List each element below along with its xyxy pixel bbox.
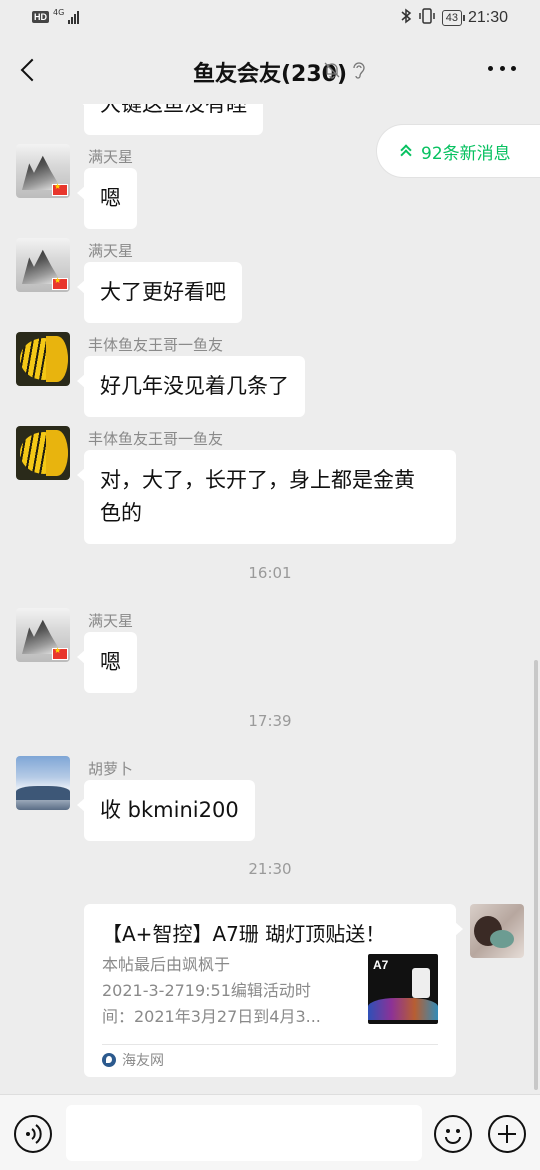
sender-name: 丰体鱼友王哥一鱼友: [88, 430, 224, 448]
avatar[interactable]: [16, 238, 70, 292]
timestamp: 16:01: [248, 564, 292, 582]
sender-name: 满天星: [88, 612, 134, 630]
link-card[interactable]: 【A+智控】A7珊 瑚灯顶贴送！ 本帖最后由飒枫于 2021-3-2719:51…: [84, 904, 463, 1077]
link-card-source: 海友网: [102, 1050, 164, 1070]
new-messages-label: 92条新消息: [421, 143, 511, 164]
sender-name: 丰体鱼友王哥一鱼友: [88, 336, 224, 354]
nav-bar: 鱼友会友(230): [0, 38, 540, 104]
status-right: 43 21:30: [400, 8, 508, 28]
reef-image: [368, 998, 438, 1020]
bluetooth-icon: [400, 8, 412, 28]
ear-icon: [350, 60, 368, 80]
hd-icon: HD: [32, 11, 49, 23]
timestamp: 17:39: [248, 712, 292, 730]
divider: [102, 1044, 438, 1045]
status-time: 21:30: [467, 9, 508, 26]
message-text: 大了更好看吧: [100, 280, 226, 304]
link-card-desc-line: 间：2021年3月27日到4月3...: [102, 1007, 321, 1026]
link-card-thumbnail: A7: [368, 954, 438, 1024]
avatar[interactable]: [16, 426, 70, 480]
message-input[interactable]: [66, 1105, 422, 1161]
message-text: 大键这鱼没有睦: [100, 104, 247, 116]
thumbnail-label: A7: [373, 958, 389, 972]
message-bubble-partial[interactable]: 大键这鱼没有睦: [77, 104, 263, 135]
emoji-icon[interactable]: [434, 1115, 472, 1153]
avatar[interactable]: [16, 144, 70, 198]
source-logo-icon: [102, 1053, 116, 1067]
message-text: 好几年没见着几条了: [100, 374, 289, 398]
avatar[interactable]: [16, 756, 70, 810]
avatar[interactable]: [16, 608, 70, 662]
double-chevron-up-icon: [400, 144, 412, 161]
status-left: HD 4G: [32, 7, 80, 24]
vibrate-icon: [418, 8, 436, 28]
message-text-line: 对，大了，长开了，身上都是金黄: [100, 468, 415, 492]
signal-icon: [68, 10, 80, 24]
avatar-self[interactable]: [470, 904, 524, 958]
message-text-line: 色的: [100, 501, 142, 525]
timestamp: 21:30: [248, 860, 292, 878]
link-card-title: 【A+智控】A7珊 瑚灯顶贴送！: [102, 922, 386, 946]
input-bar: [0, 1094, 540, 1170]
voice-icon[interactable]: [14, 1115, 52, 1153]
avatar[interactable]: [16, 332, 70, 386]
sender-name: 满天星: [88, 148, 134, 166]
link-card-desc-line: 2021-3-2719:51编辑活动时: [102, 981, 311, 1000]
link-card-desc-line: 本帖最后由飒枫于: [102, 955, 231, 974]
mute-bell-icon: [322, 60, 342, 80]
device-image: [412, 968, 430, 998]
more-icon[interactable]: [488, 66, 516, 74]
plus-icon[interactable]: [488, 1115, 526, 1153]
message-bubble[interactable]: 好几年没见着几条了: [77, 356, 305, 417]
new-messages-button[interactable]: 92条新消息: [376, 124, 540, 178]
message-bubble[interactable]: 对，大了，长开了，身上都是金黄 色的: [77, 450, 456, 544]
battery-icon: 43: [441, 10, 466, 26]
source-name: 海友网: [122, 1053, 164, 1069]
status-bar: HD 4G 43 21:30: [0, 0, 540, 38]
message-bubble[interactable]: 收 bkmini200: [77, 780, 255, 841]
message-bubble[interactable]: 嗯: [77, 168, 137, 229]
message-text: 嗯: [100, 650, 121, 674]
message-text: 嗯: [100, 186, 121, 210]
chat-area[interactable]: 大键这鱼没有睦 满天星 嗯 满天星 大了更好看吧 丰体鱼友王哥一鱼友 好几年没见…: [0, 104, 540, 1094]
message-bubble[interactable]: 嗯: [77, 632, 137, 693]
sender-name: 胡萝卜: [88, 760, 134, 778]
nav-title-wrap: 鱼友会友(230): [0, 56, 540, 88]
message-bubble[interactable]: 大了更好看吧: [77, 262, 242, 323]
scrollbar[interactable]: [534, 660, 538, 1090]
link-card-description: 本帖最后由飒枫于 2021-3-2719:51编辑活动时 间：2021年3月27…: [102, 952, 352, 1030]
network-type: 4G: [53, 7, 65, 17]
message-text: 收 bkmini200: [100, 798, 239, 822]
sender-name: 满天星: [88, 242, 134, 260]
